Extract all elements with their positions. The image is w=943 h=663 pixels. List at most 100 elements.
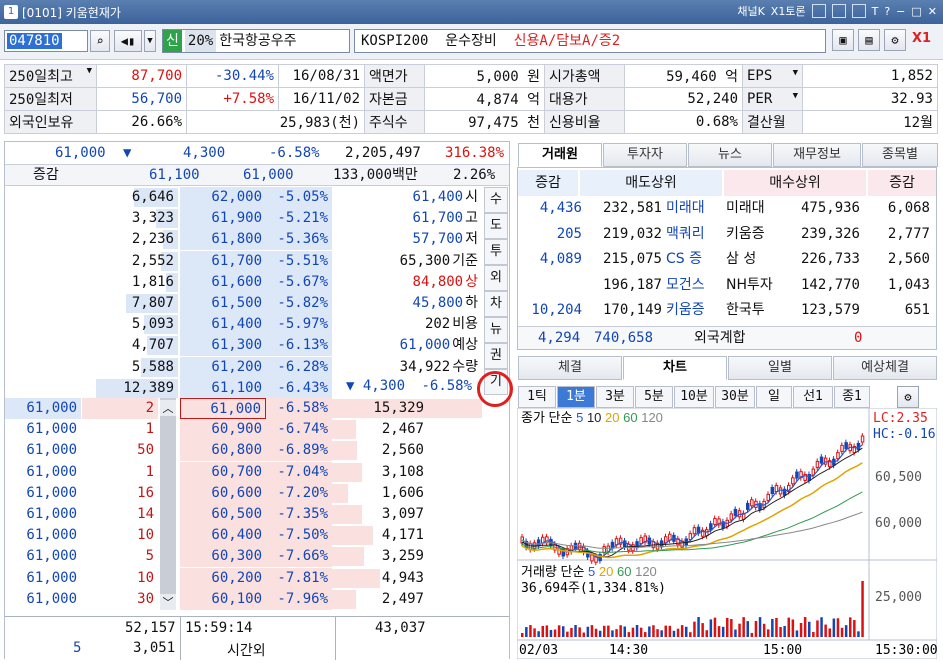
bid-price[interactable]: 60,900 — [180, 419, 266, 441]
broker-sell-name[interactable]: 모건스 — [666, 275, 724, 296]
broker-tab-2[interactable]: 뉴스 — [688, 143, 772, 167]
broker-sell-name[interactable]: 맥쿼리 — [666, 224, 724, 245]
period-tab-8[interactable]: 종1 — [834, 386, 870, 408]
broker-buy-name[interactable]: 한국투 — [726, 300, 784, 321]
broker-header: 증감 매도상위 매수상위 증감 — [518, 170, 936, 196]
bid-price[interactable]: 61,000 — [180, 398, 266, 419]
broker-buy-name[interactable]: 삼 성 — [726, 249, 784, 270]
ask-price[interactable]: 61,600 — [180, 271, 266, 293]
broker-buy-name[interactable]: NH투자 — [726, 275, 784, 296]
bid-price[interactable]: 60,200 — [180, 567, 266, 589]
ask-price[interactable]: 61,700 — [180, 250, 266, 272]
period-tab-1[interactable]: 1분 — [557, 386, 595, 408]
copy-window-icon[interactable] — [831, 4, 846, 18]
link-icon[interactable] — [811, 4, 826, 18]
scroll-up-icon[interactable]: ︿ — [160, 400, 176, 416]
candle-body — [807, 473, 811, 481]
ask-price[interactable]: 61,900 — [180, 208, 266, 230]
bid-trade-qty: 16 — [82, 482, 158, 504]
search-icon[interactable]: ⌕ — [90, 30, 110, 52]
volume-bar — [762, 623, 766, 637]
volume-bar — [709, 619, 713, 637]
broker-buy-name[interactable]: 미래대 — [726, 198, 784, 219]
bid-price[interactable]: 60,800 — [180, 440, 266, 462]
period-tab-0[interactable]: 1틱 — [518, 386, 556, 408]
broker-tab-3[interactable]: 재무정보 — [773, 143, 861, 167]
broker-tab-4[interactable]: 종목별 — [862, 143, 938, 167]
close-icon[interactable]: ✕ — [928, 5, 937, 18]
help-icon[interactable]: ? — [884, 5, 890, 18]
price-info-value: 61,700 — [412, 210, 464, 227]
scrollbar[interactable] — [160, 398, 176, 610]
chart-settings-gear-icon[interactable]: ⚙ — [897, 386, 919, 408]
ask-price[interactable]: 62,000 — [180, 187, 266, 208]
period-tab-5[interactable]: 30분 — [715, 386, 755, 408]
bid-price[interactable]: 60,400 — [180, 525, 266, 547]
scroll-down-icon[interactable]: ﹀ — [160, 594, 176, 610]
channel-k-button[interactable]: 채널K — [737, 3, 764, 19]
x1-forum-button[interactable]: X1토론 — [771, 3, 806, 19]
bid-price[interactable]: 60,300 — [180, 546, 266, 568]
ask-price[interactable]: 61,100 — [180, 377, 266, 399]
chart-tab-3[interactable]: 예상체결 — [833, 356, 937, 380]
broker-sell-name[interactable]: 키움증 — [666, 300, 724, 321]
ask-price[interactable]: 61,500 — [180, 293, 266, 314]
vtab-5[interactable]: 뉴 — [484, 317, 508, 343]
ask-price[interactable]: 61,200 — [180, 356, 266, 378]
value-credit-ratio: 0.68% — [624, 110, 743, 134]
sound-icon[interactable]: ◀▮ — [114, 30, 142, 52]
vtab-6[interactable]: 권 — [484, 343, 508, 369]
lock-icon[interactable] — [851, 4, 866, 18]
bid-price[interactable]: 60,100 — [180, 588, 266, 610]
price-info-label: 고 — [465, 210, 478, 227]
volume-bar — [574, 625, 577, 637]
bid-price[interactable]: 60,600 — [180, 482, 266, 504]
ask-price[interactable]: 61,300 — [180, 335, 266, 357]
vtab-1[interactable]: 도 — [484, 213, 508, 239]
minimize-icon[interactable]: − — [896, 5, 905, 18]
x1-logo[interactable]: X1 — [912, 31, 931, 46]
vtab-2[interactable]: 투 — [484, 239, 508, 265]
period-tab-2[interactable]: 3분 — [596, 386, 634, 408]
vtab-4[interactable]: 차 — [484, 291, 508, 317]
dropdown-arrow-icon[interactable]: ▼ — [144, 30, 156, 52]
bid-price[interactable]: 60,700 — [180, 461, 266, 483]
volume-bar — [607, 625, 610, 637]
broker-sell-name[interactable]: 미래대 — [666, 198, 724, 219]
period-tab-3[interactable]: 5분 — [635, 386, 673, 408]
ask-price[interactable]: 61,800 — [180, 229, 266, 251]
ask-price[interactable]: 61,400 — [180, 314, 266, 336]
vtab-0[interactable]: 수 — [484, 187, 508, 213]
chart-tab-1[interactable]: 차트 — [623, 356, 727, 380]
volume-bar — [857, 631, 860, 637]
chart-toggle-icon[interactable]: ▤ — [858, 29, 880, 51]
volume-bar — [779, 626, 782, 637]
broker-tab-0[interactable]: 거래원 — [518, 143, 602, 167]
period-tab-4[interactable]: 10분 — [674, 386, 714, 408]
bid-price[interactable]: 60,500 — [180, 504, 266, 525]
volume-bar — [521, 633, 524, 637]
stock-code-input[interactable]: 047810 — [4, 30, 88, 52]
volume-bar — [844, 625, 848, 637]
bid-qty: 4,171 — [381, 527, 424, 544]
layout-icon[interactable]: ▣ — [832, 29, 854, 51]
gear-icon[interactable]: ⚙ — [884, 29, 906, 51]
volume: 2,205,497 — [345, 145, 421, 161]
ask-qty: 3,323 — [131, 210, 174, 227]
chart-tab-2[interactable]: 일별 — [728, 356, 832, 380]
broker-buy-change: 1,043 — [887, 276, 930, 293]
vtab-3[interactable]: 외 — [484, 265, 508, 291]
orderbook-header: 증감 61,100 61,000 133,000백만 2.26% — [5, 164, 509, 186]
foreign-buy-total: 0 — [854, 330, 863, 346]
font-icon[interactable]: T — [872, 5, 879, 18]
price-chart[interactable]: 종가 단순 5 10 20 60 120 LC:2.35 HC:-0.16 60… — [517, 408, 937, 659]
period-tab-7[interactable]: 선1 — [793, 386, 833, 408]
volume-bar — [594, 628, 598, 637]
label-250-high: 250일최고 ▼ — [4, 64, 97, 88]
broker-tab-1[interactable]: 투자자 — [603, 143, 687, 167]
period-tab-6[interactable]: 일 — [756, 386, 792, 408]
broker-sell-name[interactable]: CS 증 — [666, 249, 724, 270]
broker-buy-name[interactable]: 키움증 — [726, 224, 784, 245]
chart-tab-0[interactable]: 체결 — [518, 356, 622, 380]
maximize-icon[interactable]: □ — [911, 5, 921, 18]
